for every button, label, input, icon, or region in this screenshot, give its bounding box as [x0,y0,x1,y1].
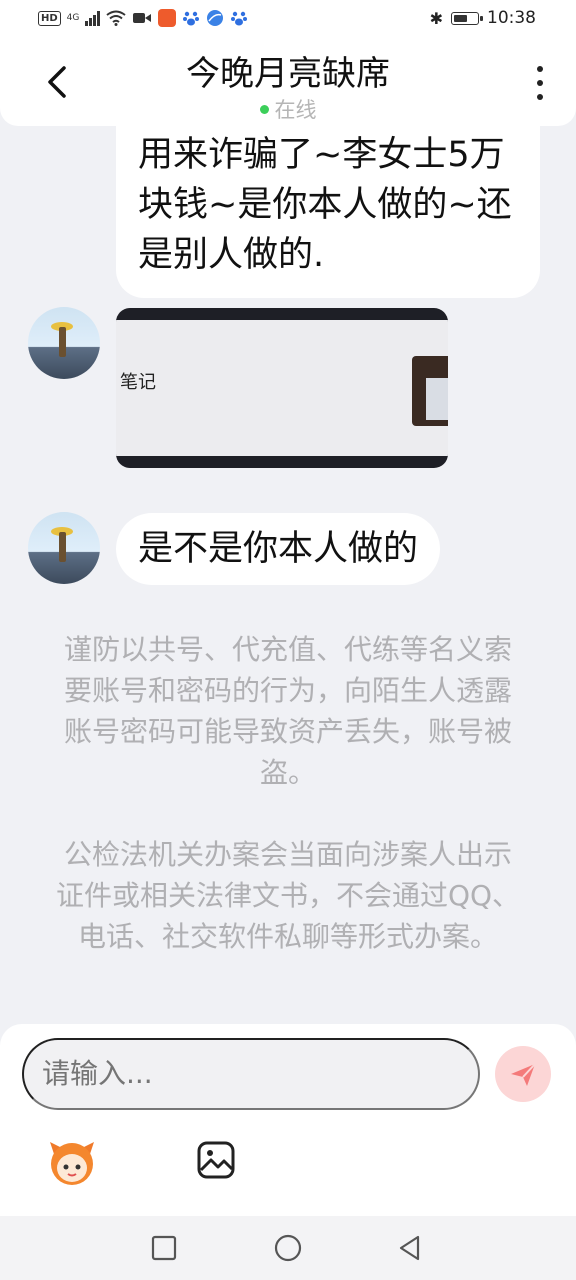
image-thumbnail [412,356,448,426]
hd-badge: HD [38,10,61,26]
safety-notice: 公检法机关办案会当面向涉案人出示证件或相关法律文书，不会通过QQ、电话、社交软件… [55,838,521,953]
bluetooth-icon: ✱ [429,8,443,28]
recent-apps-icon[interactable] [150,1234,178,1262]
clock: 10:38 [487,8,536,28]
avatar[interactable] [28,307,100,379]
network-type: 4G [66,12,80,23]
battery-icon [451,11,483,25]
online-dot [259,105,269,114]
avatar[interactable] [28,512,100,584]
signal-icon [85,10,101,26]
paw-icon [231,11,248,26]
video-icon [133,13,152,23]
online-status: 在线 [0,94,576,124]
status-bar: HD 4G ✱ 10:38 [0,0,576,40]
chat-area[interactable]: 用来诈骗了~李女士5万块钱~是你本人做的~还是别人做的. 笔记 是不是你本人做的… [0,126,576,1026]
more-options-icon[interactable] [534,66,546,100]
system-nav-bar [0,1216,576,1280]
chat-header: 今晚月亮缺席 在线 [0,40,576,126]
safety-notice: 谨防以共号、代充值、代练等名义索要账号和密码的行为，向陌生人透露账号密码可能导致… [63,633,512,789]
back-nav-icon[interactable] [396,1234,424,1262]
mascot-emoji-icon[interactable] [46,1136,98,1188]
home-icon[interactable] [274,1234,302,1262]
wifi-icon [106,10,126,26]
input-panel [0,1024,576,1216]
image-picker-icon[interactable] [196,1140,236,1180]
globe-icon [207,10,224,26]
paw-icon [183,11,200,26]
image-message[interactable]: 笔记 [116,308,448,468]
message-bubble[interactable]: 用来诈骗了~李女士5万块钱~是你本人做的~还是别人做的. [116,126,540,298]
send-button[interactable] [495,1046,551,1102]
message-bubble[interactable]: 是不是你本人做的 [116,513,441,585]
contact-name: 今晚月亮缺席 [186,54,390,94]
send-icon [511,1063,536,1086]
app-badge-icon [158,9,177,27]
online-status-label: 在线 [274,98,317,122]
message-input[interactable] [22,1038,480,1110]
image-caption: 笔记 [120,372,156,393]
